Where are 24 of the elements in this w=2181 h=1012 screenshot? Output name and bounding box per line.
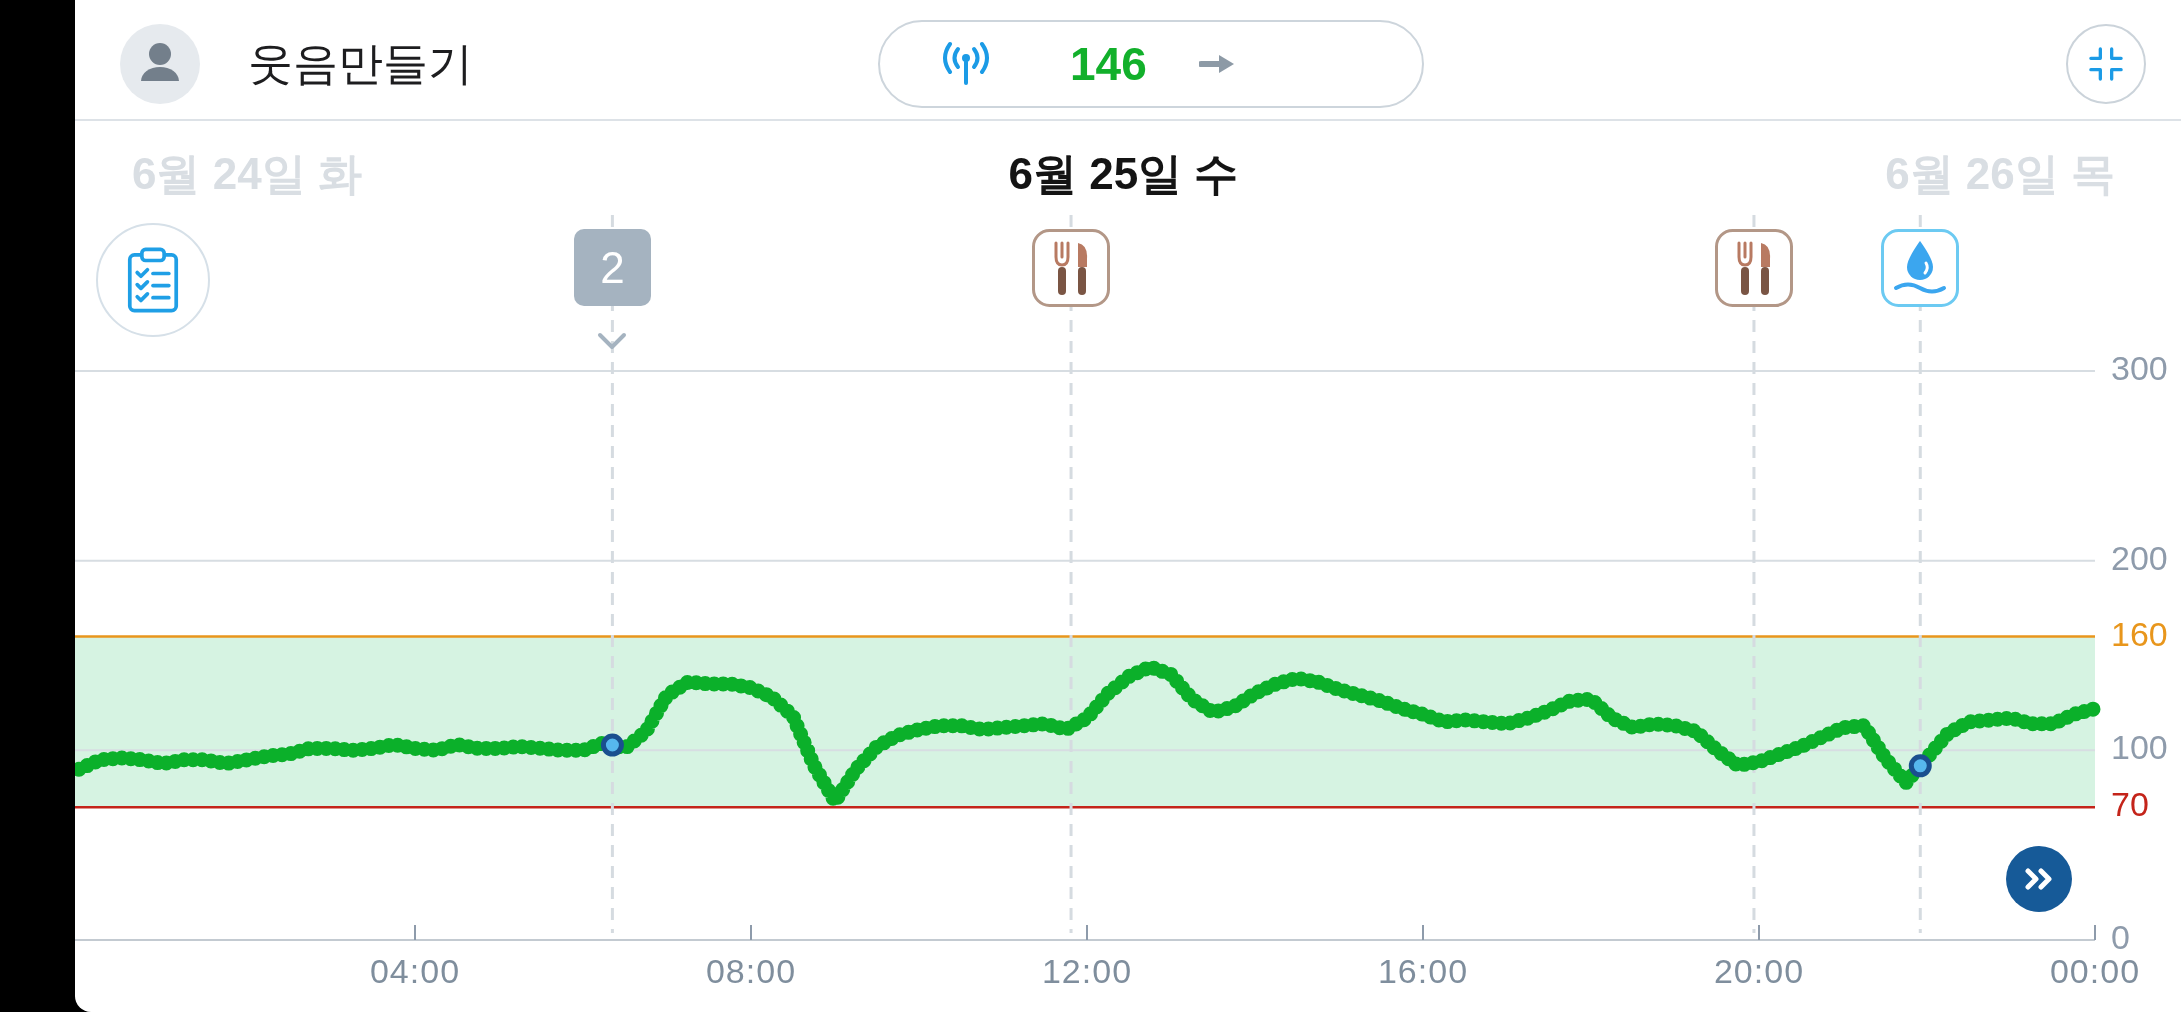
fork-knife-icon[interactable] xyxy=(1032,229,1111,307)
profile-name: 웃음만들기 xyxy=(248,41,473,86)
x-axis-label: 04:00 xyxy=(369,952,461,990)
y-axis-label: 300 xyxy=(2111,349,2168,387)
clipboard-icon xyxy=(127,246,179,314)
water-drop-icon[interactable] xyxy=(1881,229,1960,307)
x-axis-label: 08:00 xyxy=(705,952,797,990)
signal-icon xyxy=(940,40,992,87)
x-axis-label: 20:00 xyxy=(1713,952,1805,990)
right-arrow-icon xyxy=(1198,52,1235,75)
x-axis-label: 16:00 xyxy=(1377,952,1469,990)
avatar-icon xyxy=(120,23,200,104)
fast-forward-icon xyxy=(2025,868,2053,890)
y-axis-label: 100 xyxy=(2111,728,2168,767)
glucose-value: 146 xyxy=(1070,40,1147,87)
y-axis-label: 160 xyxy=(2111,614,2168,653)
y-axis-label: 70 xyxy=(2111,785,2149,824)
date-tab[interactable]: 6월 25일 수 xyxy=(1008,152,1239,196)
event-count-badge[interactable]: 2 xyxy=(573,229,651,306)
y-axis-label: 200 xyxy=(2111,538,2168,577)
x-axis-label: 12:00 xyxy=(1041,952,1133,990)
fork-knife-icon[interactable] xyxy=(1714,229,1793,307)
chevron-down-icon[interactable] xyxy=(597,332,628,350)
collapse-icon xyxy=(2089,46,2123,81)
